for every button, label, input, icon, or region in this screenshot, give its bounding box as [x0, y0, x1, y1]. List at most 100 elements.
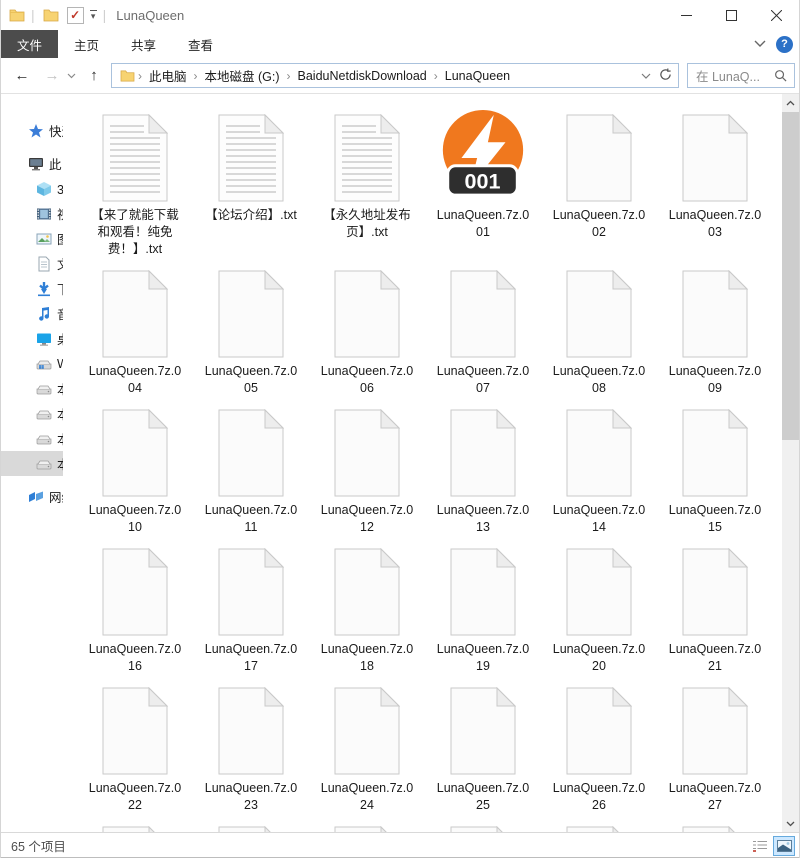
file-item[interactable]: LunaQueen.7z.018: [309, 544, 425, 675]
file-item[interactable]: LunaQueen.7z.011: [193, 405, 309, 536]
file-item[interactable]: LunaQueen.7z.021: [657, 544, 773, 675]
large-icons-view-button[interactable]: [773, 836, 795, 856]
file-item[interactable]: LunaQueen.7z.024: [309, 683, 425, 814]
file-item[interactable]: LunaQueen.7z.008: [541, 266, 657, 397]
blank-file-icon: [334, 687, 400, 775]
sidebar-item-music[interactable]: 音乐: [1, 301, 63, 326]
recent-locations-chevron[interactable]: [63, 58, 79, 93]
details-view-button[interactable]: [749, 836, 771, 856]
scroll-down-arrow-icon[interactable]: [782, 815, 799, 832]
help-button[interactable]: ?: [776, 36, 793, 53]
qat-customize-dropdown[interactable]: ▾: [90, 10, 97, 21]
sidebar-item-label: 此电脑: [49, 154, 63, 173]
file-item[interactable]: LunaQueen.7z.014: [541, 405, 657, 536]
file-item[interactable]: LunaQueen.7z.017: [193, 544, 309, 675]
file-item[interactable]: LunaQueen.7z.007: [425, 266, 541, 397]
items-count: 65 个项目: [11, 836, 66, 855]
sidebar-item-local-drive[interactable]: 本地磁盘: [1, 401, 63, 426]
file-item[interactable]: LunaQueen.7z.009: [657, 266, 773, 397]
search-input[interactable]: 在 LunaQ...: [687, 63, 795, 88]
file-item[interactable]: [541, 822, 657, 832]
windows-drive-icon: [36, 356, 52, 372]
file-item[interactable]: LunaQueen.7z.027: [657, 683, 773, 814]
sidebar-item-local-drive[interactable]: 本地磁盘: [1, 426, 63, 451]
file-item[interactable]: 【论坛介绍】.txt: [193, 110, 309, 258]
navigation-pane: 快速访问 此电脑 3D对象 视频 图片 文档 下载: [1, 94, 63, 832]
svg-text:001: 001: [465, 169, 501, 193]
address-dropdown-chevron[interactable]: [641, 69, 651, 83]
file-item[interactable]: LunaQueen.7z.003: [657, 110, 773, 258]
sidebar-item-videos[interactable]: 视频: [1, 201, 63, 226]
sidebar-item-this-pc[interactable]: 此电脑: [1, 151, 63, 176]
refresh-icon[interactable]: [659, 68, 672, 84]
tab-home[interactable]: 主页: [58, 30, 115, 58]
file-item[interactable]: [309, 822, 425, 832]
file-item[interactable]: LunaQueen.7z.016: [77, 544, 193, 675]
file-item[interactable]: LunaQueen.7z.020: [541, 544, 657, 675]
file-item[interactable]: LunaQueen.7z.005: [193, 266, 309, 397]
file-item[interactable]: LunaQueen.7z.006: [309, 266, 425, 397]
tab-share[interactable]: 共享: [115, 30, 172, 58]
file-item[interactable]: LunaQueen.7z.026: [541, 683, 657, 814]
file-name-label: LunaQueen.7z.015: [667, 502, 763, 536]
sidebar-item-windows-drive[interactable]: Windows (C:): [1, 351, 63, 376]
file-item[interactable]: LunaQueen.7z.010: [77, 405, 193, 536]
music-icon: [36, 306, 52, 322]
sidebar-item-pictures[interactable]: 图片: [1, 226, 63, 251]
file-item[interactable]: LunaQueen.7z.015: [657, 405, 773, 536]
file-name-label: LunaQueen.7z.019: [435, 641, 531, 675]
file-item[interactable]: LunaQueen.7z.013: [425, 405, 541, 536]
file-item[interactable]: 【永久地址发布页】.txt: [309, 110, 425, 258]
file-name-label: LunaQueen.7z.013: [435, 502, 531, 536]
file-item[interactable]: LunaQueen.7z.023: [193, 683, 309, 814]
qat-properties-button[interactable]: ✓: [67, 7, 84, 24]
archive-part-icon: 001: [434, 108, 532, 202]
scroll-up-arrow-icon[interactable]: [782, 94, 799, 111]
breadcrumb-baidunetdiskdownload[interactable]: BaiduNetdiskDownload: [294, 69, 431, 83]
file-item[interactable]: [425, 822, 541, 832]
ribbon-collapse-chevron-icon[interactable]: [754, 37, 766, 51]
file-name-label: LunaQueen.7z.003: [667, 207, 763, 241]
file-item[interactable]: [77, 822, 193, 832]
file-item[interactable]: LunaQueen.7z.022: [77, 683, 193, 814]
file-item[interactable]: LunaQueen.7z.004: [77, 266, 193, 397]
sidebar-item-desktop[interactable]: 桌面: [1, 326, 63, 351]
file-item[interactable]: 001 LunaQueen.7z.001: [425, 110, 541, 258]
sidebar-item-documents[interactable]: 文档: [1, 251, 63, 276]
file-name-label: LunaQueen.7z.010: [87, 502, 183, 536]
breadcrumb-lunaqueen[interactable]: LunaQueen: [441, 69, 514, 83]
minimize-button[interactable]: [664, 0, 709, 30]
sidebar-item-3d-objects[interactable]: 3D对象: [1, 176, 63, 201]
desktop-icon: [36, 331, 52, 347]
forward-button[interactable]: →: [39, 58, 65, 93]
qat-new-folder-button[interactable]: [43, 8, 59, 22]
file-name-label: LunaQueen.7z.017: [203, 641, 299, 675]
file-name-label: 【来了就能下载和观看！纯免费！】.txt: [87, 207, 183, 258]
maximize-button[interactable]: [709, 0, 754, 30]
scrollbar-thumb[interactable]: [782, 112, 799, 440]
file-item[interactable]: LunaQueen.7z.025: [425, 683, 541, 814]
breadcrumb-local-disk-g[interactable]: 本地磁盘 (G:): [201, 66, 284, 85]
sidebar-item-local-drive[interactable]: 本地磁盘: [1, 376, 63, 401]
file-name-label: LunaQueen.7z.002: [551, 207, 647, 241]
sidebar-item-quick-access[interactable]: 快速访问: [1, 118, 63, 143]
sidebar-item-network[interactable]: 网络: [1, 484, 63, 509]
close-button[interactable]: [754, 0, 799, 30]
tab-view[interactable]: 查看: [172, 30, 229, 58]
sidebar-item-downloads[interactable]: 下载: [1, 276, 63, 301]
file-item[interactable]: 【来了就能下载和观看！纯免费！】.txt: [77, 110, 193, 258]
back-button[interactable]: ←: [9, 58, 35, 93]
address-bar[interactable]: › 此电脑 › 本地磁盘 (G:) › BaiduNetdiskDownload…: [111, 63, 679, 88]
sidebar-item-local-drive[interactable]: 本地磁盘 (G:): [1, 451, 63, 476]
vertical-scrollbar[interactable]: [782, 94, 799, 832]
file-name-label: LunaQueen.7z.018: [319, 641, 415, 675]
file-item[interactable]: LunaQueen.7z.012: [309, 405, 425, 536]
tab-file[interactable]: 文件: [1, 30, 58, 58]
file-item[interactable]: LunaQueen.7z.002: [541, 110, 657, 258]
file-item[interactable]: LunaQueen.7z.019: [425, 544, 541, 675]
up-button[interactable]: ↑: [81, 58, 107, 93]
breadcrumb-this-pc[interactable]: 此电脑: [145, 66, 191, 85]
file-item[interactable]: [657, 822, 773, 832]
file-name-label: LunaQueen.7z.022: [87, 780, 183, 814]
file-item[interactable]: [193, 822, 309, 832]
